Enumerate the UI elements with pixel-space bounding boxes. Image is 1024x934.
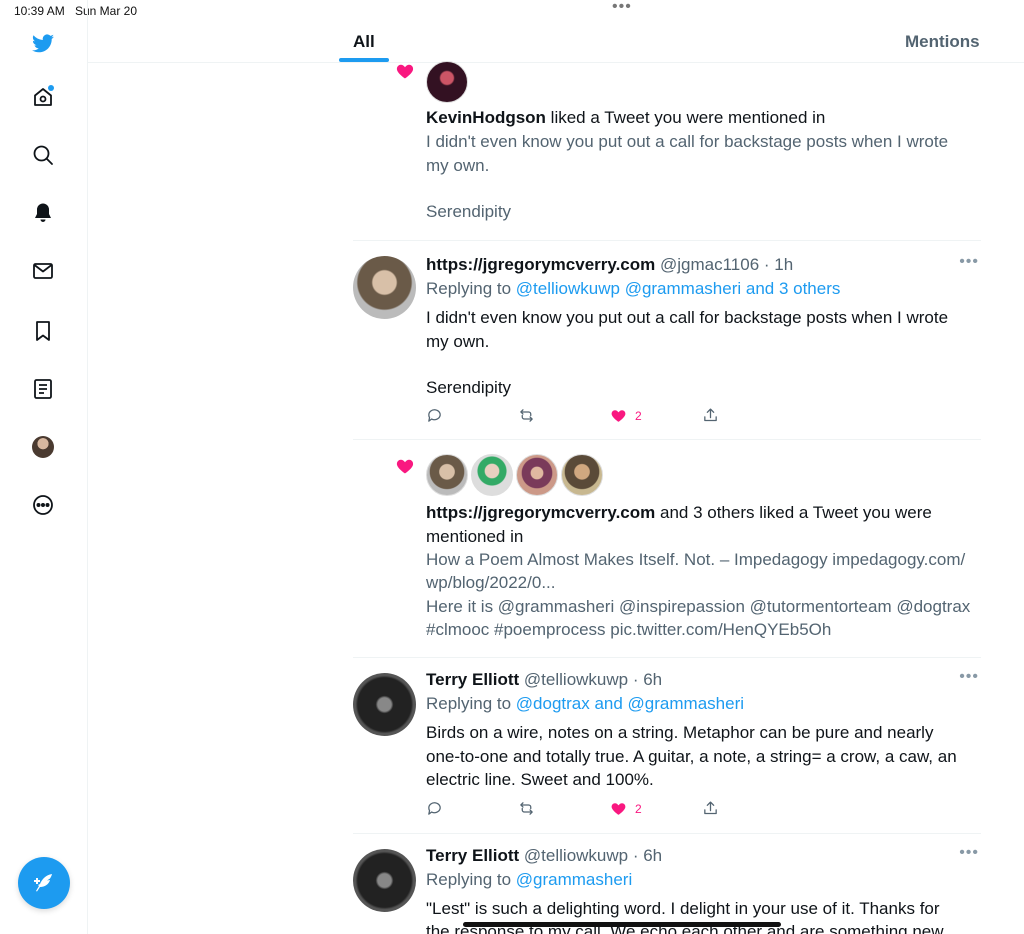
heart-filled-icon — [611, 803, 626, 815]
liker-avatars — [426, 454, 603, 496]
tweet-preview-line: wp/blog/2022/0... — [426, 573, 556, 592]
bell-icon[interactable] — [29, 199, 57, 227]
bookmark-icon[interactable] — [29, 317, 57, 345]
like-count: 2 — [635, 801, 642, 816]
heart-filled-icon — [611, 410, 626, 422]
sidebar — [0, 0, 88, 934]
home-indicator[interactable] — [463, 922, 781, 927]
profile-avatar[interactable] — [29, 433, 57, 461]
replying-to-label: Replying to — [426, 694, 516, 713]
notifications-feed: KevinHodgson liked a Tweet you were ment… — [353, 61, 981, 934]
like-button[interactable]: 2 — [610, 407, 702, 424]
tweet-preview-line: Here it is @grammasheri @inspirepassion … — [426, 597, 971, 616]
tweet-handle-time: @jgmac1106 · 1h — [655, 255, 794, 274]
liker-name[interactable]: https://jgregorymcverry.com — [426, 503, 655, 522]
compose-feather-icon — [34, 874, 52, 892]
retweet-button[interactable] — [518, 407, 610, 424]
tab-active-indicator — [339, 58, 389, 62]
tweet-text-line: I didn't even know you put out a call fo… — [426, 308, 949, 327]
tweet-text-line: Serendipity — [426, 378, 512, 397]
more-options-icon[interactable]: ••• — [959, 844, 979, 862]
notification-dot — [48, 85, 54, 91]
avatar[interactable] — [353, 673, 416, 736]
tweet-actions: 2 — [426, 407, 794, 424]
avatar[interactable] — [353, 849, 416, 912]
retweet-button[interactable] — [518, 800, 610, 817]
status-bar: 10:39 AM Sun Mar 20 ••• — [0, 0, 1024, 22]
tab-all[interactable]: All — [353, 32, 375, 52]
avatar[interactable] — [561, 454, 603, 496]
tweet-actions: 2 — [426, 800, 794, 817]
avatar[interactable] — [353, 256, 416, 319]
reply-button[interactable] — [426, 407, 518, 424]
home-icon[interactable] — [29, 83, 57, 111]
reply-icon — [428, 802, 441, 815]
avatar[interactable] — [471, 454, 513, 496]
reply-mentions-link[interactable]: @grammasheri — [516, 870, 632, 889]
heart-icon — [396, 64, 414, 79]
tweet[interactable]: Terry Elliott @telliowkuwp · 6h ••• Repl… — [353, 658, 981, 834]
like-button[interactable]: 2 — [610, 800, 702, 817]
reply-icon — [428, 409, 441, 422]
replying-to-label: Replying to — [426, 279, 516, 298]
reply-mentions-link[interactable]: @telliowkuwp @grammasheri and 3 others — [516, 279, 841, 298]
avatar[interactable] — [426, 61, 468, 103]
tweet[interactable]: https://jgregorymcverry.com @jgmac1106 ·… — [353, 241, 981, 440]
share-button[interactable] — [702, 407, 794, 424]
multitasking-dots-icon[interactable]: ••• — [612, 0, 632, 16]
notifications-tabs: All Mentions — [88, 22, 1024, 63]
notification-action: and 3 others liked a Tweet you were — [655, 503, 932, 522]
replying-to-label: Replying to — [426, 870, 516, 889]
liker-avatars — [426, 61, 468, 103]
retweet-icon — [520, 802, 533, 815]
heart-icon — [396, 459, 414, 474]
notification-action: liked a Tweet you were mentioned in — [545, 108, 826, 127]
avatar[interactable] — [516, 454, 558, 496]
more-options-icon[interactable]: ••• — [959, 668, 979, 686]
share-icon — [704, 408, 717, 422]
mail-icon[interactable] — [29, 257, 57, 285]
tweet-handle-time: @telliowkuwp · 6h — [519, 846, 663, 865]
tweet-text-line: "Lest" is such a delighting word. I deli… — [426, 899, 940, 918]
tweet-author-name[interactable]: https://jgregorymcverry.com — [426, 255, 655, 274]
compose-tweet-button[interactable] — [18, 857, 70, 909]
notification-action: mentioned in — [426, 527, 524, 546]
more-options-icon[interactable]: ••• — [959, 253, 979, 271]
like-notification[interactable]: https://jgregorymcverry.com and 3 others… — [353, 440, 981, 658]
tweet-text-line: one-to-one and totally true. A guitar, a… — [426, 747, 957, 766]
reply-button[interactable] — [426, 800, 518, 817]
search-icon[interactable] — [29, 141, 57, 169]
tweet-preview-line: How a Poem Almost Makes Itself. Not. – I… — [426, 550, 966, 569]
tab-mentions[interactable]: Mentions — [905, 32, 980, 52]
like-notification[interactable]: KevinHodgson liked a Tweet you were ment… — [353, 61, 981, 241]
tweet-author-name[interactable]: Terry Elliott — [426, 846, 519, 865]
tweet-preview-line: my own. — [426, 156, 490, 175]
like-count: 2 — [635, 408, 642, 423]
avatar[interactable] — [426, 454, 468, 496]
reply-mentions-link[interactable]: @dogtrax and @grammasheri — [516, 694, 744, 713]
tweet[interactable]: Terry Elliott @telliowkuwp · 6h ••• Repl… — [353, 834, 981, 934]
more-circle-icon[interactable] — [29, 491, 57, 519]
share-icon — [704, 801, 717, 815]
liker-name[interactable]: KevinHodgson — [426, 108, 546, 127]
tweet-preview-line: I didn't even know you put out a call fo… — [426, 132, 949, 151]
share-button[interactable] — [702, 800, 794, 817]
tweet-handle-time: @telliowkuwp · 6h — [519, 670, 663, 689]
tweet-text-line: Birds on a wire, notes on a string. Meta… — [426, 723, 934, 742]
twitter-logo-icon[interactable] — [29, 30, 57, 58]
tweet-author-name[interactable]: Terry Elliott — [426, 670, 519, 689]
retweet-icon — [520, 409, 533, 422]
lists-icon[interactable] — [29, 375, 57, 403]
tweet-text-line: my own. — [426, 332, 490, 351]
tweet-preview-line: Serendipity — [426, 202, 512, 221]
tweet-text-line: electric line. Sweet and 100%. — [426, 770, 654, 789]
tweet-preview-line: #clmooc #poemprocess pic.twitter.com/Hen… — [426, 620, 832, 639]
